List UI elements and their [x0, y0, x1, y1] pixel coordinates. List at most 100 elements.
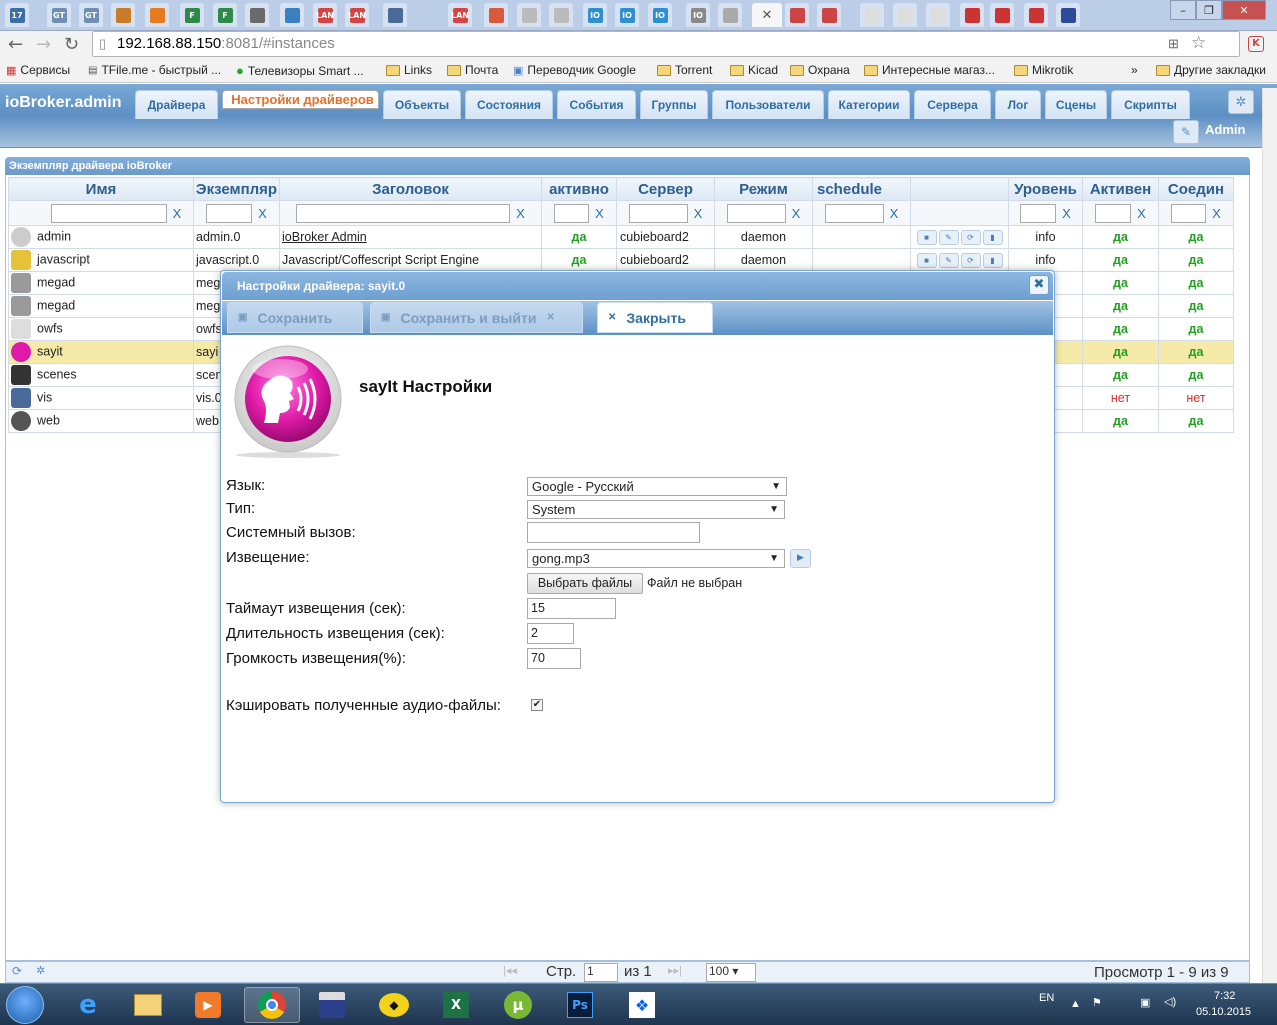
tab-hosts[interactable]: Сервера: [914, 90, 991, 119]
table-row[interactable]: javascript javascript.0 Javascript/Coffesc…: [8, 248, 1234, 272]
browser-tab[interactable]: LAN: [313, 3, 337, 27]
browser-tab[interactable]: [860, 3, 884, 27]
clear-filter-button[interactable]: X: [1137, 206, 1146, 221]
volume-icon[interactable]: ◁): [1164, 995, 1176, 1008]
forward-icon[interactable]: →: [36, 34, 51, 55]
browser-tab[interactable]: IO: [648, 3, 672, 27]
tab-categories[interactable]: Категории: [828, 90, 910, 119]
cache-checkbox[interactable]: ✔: [531, 699, 543, 711]
clear-filter-button[interactable]: X: [516, 206, 525, 221]
browser-tab[interactable]: IO: [686, 3, 710, 27]
dropbox-icon[interactable]: ❖: [614, 987, 670, 1023]
filter-input[interactable]: [628, 203, 688, 223]
browser-tab[interactable]: LAN: [448, 3, 472, 27]
browser-tab[interactable]: [926, 3, 950, 27]
close-icon[interactable]: ✕: [762, 8, 773, 23]
tab-scenes[interactable]: Сцены: [1045, 90, 1107, 119]
browser-tab[interactable]: F: [180, 3, 204, 27]
column-header[interactable]: Активен: [1082, 177, 1159, 201]
column-header[interactable]: schedule: [812, 177, 911, 201]
save-and-exit-button[interactable]: ▣ Сохранить и выйти ✕: [370, 302, 583, 333]
column-header[interactable]: Уровень: [1008, 177, 1083, 201]
clock-date[interactable]: 05.10.2015: [1196, 1006, 1251, 1018]
browser-tab[interactable]: LAN: [345, 3, 369, 27]
settings-gear-button[interactable]: ✲: [1228, 90, 1254, 114]
save-button[interactable]: ▣ Сохранить: [227, 302, 363, 333]
page-input[interactable]: 1: [584, 963, 618, 982]
explorer-icon[interactable]: [120, 987, 176, 1023]
tab-scripts[interactable]: Скрипты: [1111, 90, 1190, 119]
type-select[interactable]: System ▼: [527, 500, 785, 519]
dialog-close-x-button[interactable]: ✖: [1029, 275, 1049, 295]
floppy-icon[interactable]: [304, 987, 360, 1023]
gear-icon[interactable]: ✲: [36, 964, 45, 977]
filter-input[interactable]: [1020, 203, 1057, 223]
window-close-button[interactable]: ✕: [1222, 0, 1266, 20]
filter-input[interactable]: [50, 203, 167, 223]
reload-icon[interactable]: ⟳: [960, 252, 981, 268]
delete-icon[interactable]: ▮: [982, 252, 1003, 268]
language-select[interactable]: Google - Русский ▼: [527, 477, 787, 496]
volume-input[interactable]: 70: [527, 648, 581, 669]
bookmark-torrent[interactable]: Torrent: [657, 63, 712, 77]
column-header[interactable]: Экземпляр: [193, 177, 280, 201]
clear-filter-button[interactable]: X: [258, 206, 267, 221]
column-header[interactable]: Соедин: [1158, 177, 1234, 201]
browser-tab[interactable]: [245, 3, 269, 27]
last-page-icon[interactable]: ▸▸|: [668, 964, 682, 977]
bookmarks-more[interactable]: »: [1131, 63, 1138, 77]
excel-icon[interactable]: X: [428, 987, 484, 1023]
browser-tab[interactable]: GT: [79, 3, 103, 27]
bookmark-shops[interactable]: Интересные магаз...: [864, 63, 995, 77]
bookmark-kicad[interactable]: Kicad: [730, 63, 778, 77]
start-button[interactable]: [6, 986, 44, 1024]
bookmark-tv[interactable]: ● Телевизоры Smart ...: [236, 63, 364, 78]
filter-input[interactable]: [824, 203, 884, 223]
duration-input[interactable]: 2: [527, 623, 574, 644]
filter-input[interactable]: [554, 203, 590, 223]
chrome-icon[interactable]: [244, 987, 300, 1023]
browser-tab[interactable]: [817, 3, 841, 27]
flag-icon[interactable]: ⚑: [1092, 996, 1102, 1009]
first-page-icon[interactable]: |◂◂: [503, 964, 517, 977]
tab-adapters[interactable]: Драйвера: [135, 90, 218, 119]
delete-icon[interactable]: ▮: [982, 229, 1003, 245]
browser-tab[interactable]: [383, 3, 407, 27]
bookmark-security[interactable]: Охрана: [790, 63, 850, 77]
bookmark-other[interactable]: Другие закладки: [1156, 63, 1266, 77]
edit-icon[interactable]: ✎: [938, 252, 959, 268]
tab-log[interactable]: Лог: [995, 90, 1041, 119]
timeout-input[interactable]: 15: [527, 598, 616, 619]
browser-tab[interactable]: [960, 3, 984, 27]
clear-filter-button[interactable]: X: [595, 206, 604, 221]
browser-tab[interactable]: [893, 3, 917, 27]
reload-icon[interactable]: ↻: [64, 34, 79, 55]
clear-filter-button[interactable]: X: [890, 206, 899, 221]
browser-tab[interactable]: [1056, 3, 1080, 27]
play-button[interactable]: ▶: [790, 549, 811, 568]
cell-title[interactable]: Javascript/Coffescript Script Engine: [279, 248, 542, 272]
table-row[interactable]: admin admin.0 ioBroker Admin да cubieboard2 d…: [8, 225, 1234, 249]
utorrent-icon[interactable]: µ: [490, 987, 546, 1023]
clear-filter-button[interactable]: X: [1062, 206, 1071, 221]
browser-tab[interactable]: [517, 3, 541, 27]
browser-tab[interactable]: [280, 3, 304, 27]
tray-arrow-icon[interactable]: ▲: [1070, 998, 1081, 1010]
browser-tab-active[interactable]: ✕: [752, 3, 782, 27]
browser-tab[interactable]: [1024, 3, 1048, 27]
bookmark-mail[interactable]: Почта: [447, 63, 498, 77]
browser-tab[interactable]: IO: [615, 3, 639, 27]
clear-filter-button[interactable]: X: [694, 206, 703, 221]
ie-icon[interactable]: e: [60, 987, 116, 1023]
batman-icon[interactable]: ◆: [366, 987, 422, 1023]
filter-input[interactable]: [1095, 203, 1132, 223]
browser-tab[interactable]: [990, 3, 1014, 27]
network-icon[interactable]: ▣: [1140, 996, 1150, 1009]
cell-title[interactable]: ioBroker Admin: [279, 225, 542, 249]
clear-filter-button[interactable]: X: [792, 206, 801, 221]
column-header[interactable]: Заголовок: [279, 177, 542, 201]
filter-input[interactable]: [206, 203, 253, 223]
column-header[interactable]: активно: [541, 177, 617, 201]
stop-icon[interactable]: ■: [916, 252, 937, 268]
clear-filter-button[interactable]: X: [173, 206, 182, 221]
